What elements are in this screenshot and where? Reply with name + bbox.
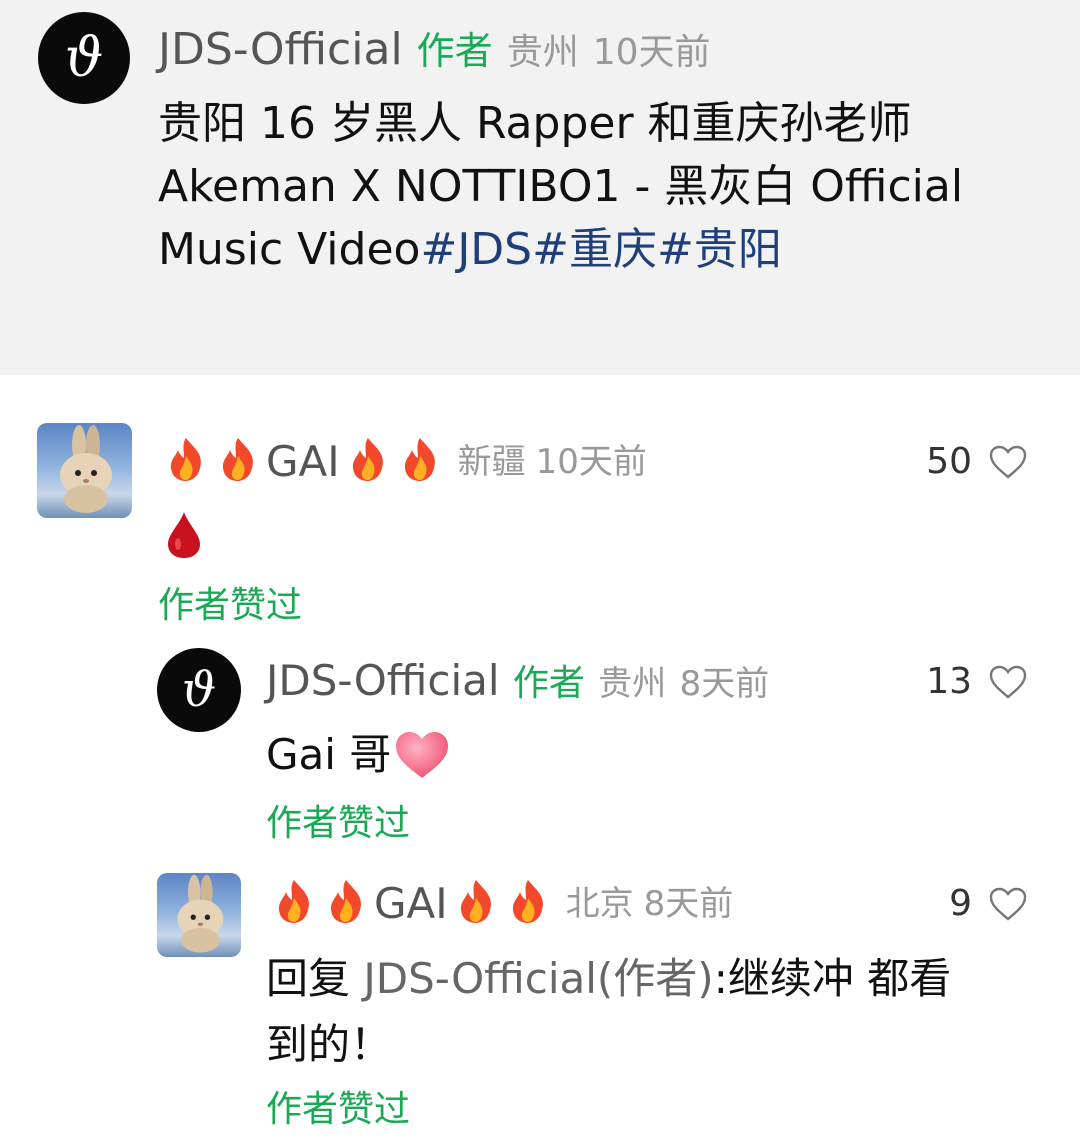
like-count: 9: [949, 883, 972, 924]
bunny-photo-avatar: [177, 874, 224, 953]
reply-location: 北京: [565, 884, 634, 924]
reply-time: 8天前: [643, 884, 734, 924]
heart-outline-icon[interactable]: [988, 444, 1028, 480]
fire-emoji: [320, 878, 372, 931]
reply-prefix: 回复: [266, 954, 364, 1003]
reply-target-link[interactable]: JDS-Official(作者): [363, 954, 713, 1003]
heart-outline-icon[interactable]: [988, 886, 1028, 922]
post-text: 贵阳 16 岁黑人 Rapper 和重庆孙老师 Akeman X NOTTIBO…: [158, 92, 1058, 281]
comment-time: 10天前: [535, 442, 647, 482]
fire-emoji: [394, 436, 446, 489]
reply-text: Gai 哥: [266, 728, 451, 783]
blood-drop-icon: [168, 512, 200, 558]
author-tag: 作者: [512, 663, 585, 704]
fire-emoji: [502, 878, 554, 931]
author-liked-badge: 作者赞过: [266, 1089, 411, 1130]
post-author-name[interactable]: JDS-Official: [158, 24, 403, 75]
post-text-line3: Music Video#JDS#重庆#贵阳: [158, 218, 1058, 281]
reply-avatar-gai[interactable]: [157, 873, 241, 957]
reply-text-line1: 回复 JDS-Official(作者):继续冲 都看: [266, 946, 1046, 1012]
reply-location: 贵州: [598, 664, 667, 704]
hashtag-chongqing[interactable]: #重庆: [532, 224, 657, 275]
bunny-photo-avatar: [60, 425, 112, 513]
fire-emoji: [450, 878, 502, 931]
post-text-line2: Akeman X NOTTIBO1 - 黑灰白 Official: [158, 161, 964, 212]
reply-time: 8天前: [679, 664, 770, 704]
post-header: ϑ JDS-Official 作者 贵州 10天前 贵阳 16 岁黑人 Rapp…: [0, 0, 1080, 375]
pink-heart-emoji: [396, 732, 449, 779]
fire-emoji: [212, 436, 264, 489]
comment-author-name[interactable]: GAI: [266, 441, 340, 483]
post-text-line1: 贵阳 16 岁黑人 Rapper 和重庆孙老师: [158, 98, 912, 149]
post-author-line: JDS-Official 作者 贵州 10天前: [158, 28, 711, 72]
reply-text-rest: :继续冲 都看: [713, 954, 952, 1003]
fire-emoji: [342, 436, 394, 489]
like-count: 13: [926, 661, 972, 702]
hashtag-guiyang[interactable]: #贵阳: [657, 224, 782, 275]
reply-text-content: Gai 哥: [266, 730, 392, 779]
heart-outline-icon[interactable]: [988, 664, 1028, 700]
author-liked-badge: 作者赞过: [266, 803, 411, 844]
comment-author-line: GAI 新疆 10天前: [160, 437, 647, 484]
post-location: 贵州: [506, 32, 579, 73]
comment-location: 新疆: [457, 442, 526, 482]
post-author-avatar[interactable]: ϑ: [38, 12, 130, 104]
comment-text: 🩸: [166, 510, 202, 564]
like-count: 50: [926, 441, 972, 482]
fire-emoji: [268, 878, 320, 931]
jds-monogram-logo: ϑ: [181, 662, 217, 718]
author-tag: 作者: [416, 29, 493, 73]
reply-text-line2: 到的！: [266, 1020, 393, 1069]
reply-author-name[interactable]: GAI: [374, 883, 448, 925]
jds-monogram-logo: ϑ: [64, 26, 104, 89]
reply-author-name[interactable]: JDS-Official: [266, 656, 500, 705]
fire-emoji: [160, 436, 212, 489]
reply-author-line: GAI 北京 8天前: [268, 879, 734, 926]
reply-author-line: JDS-Official 作者 贵州 8天前: [266, 660, 769, 702]
author-liked-badge: 作者赞过: [158, 585, 303, 626]
reply-author-avatar[interactable]: ϑ: [157, 648, 241, 732]
post-time: 10天前: [592, 32, 711, 73]
post-text-line3-prefix: Music Video: [158, 224, 421, 275]
hashtag-jds[interactable]: #JDS: [420, 224, 532, 275]
reply-text: 回复 JDS-Official(作者):继续冲 都看 到的！: [266, 946, 1046, 1078]
comment-avatar-gai[interactable]: [37, 423, 132, 518]
